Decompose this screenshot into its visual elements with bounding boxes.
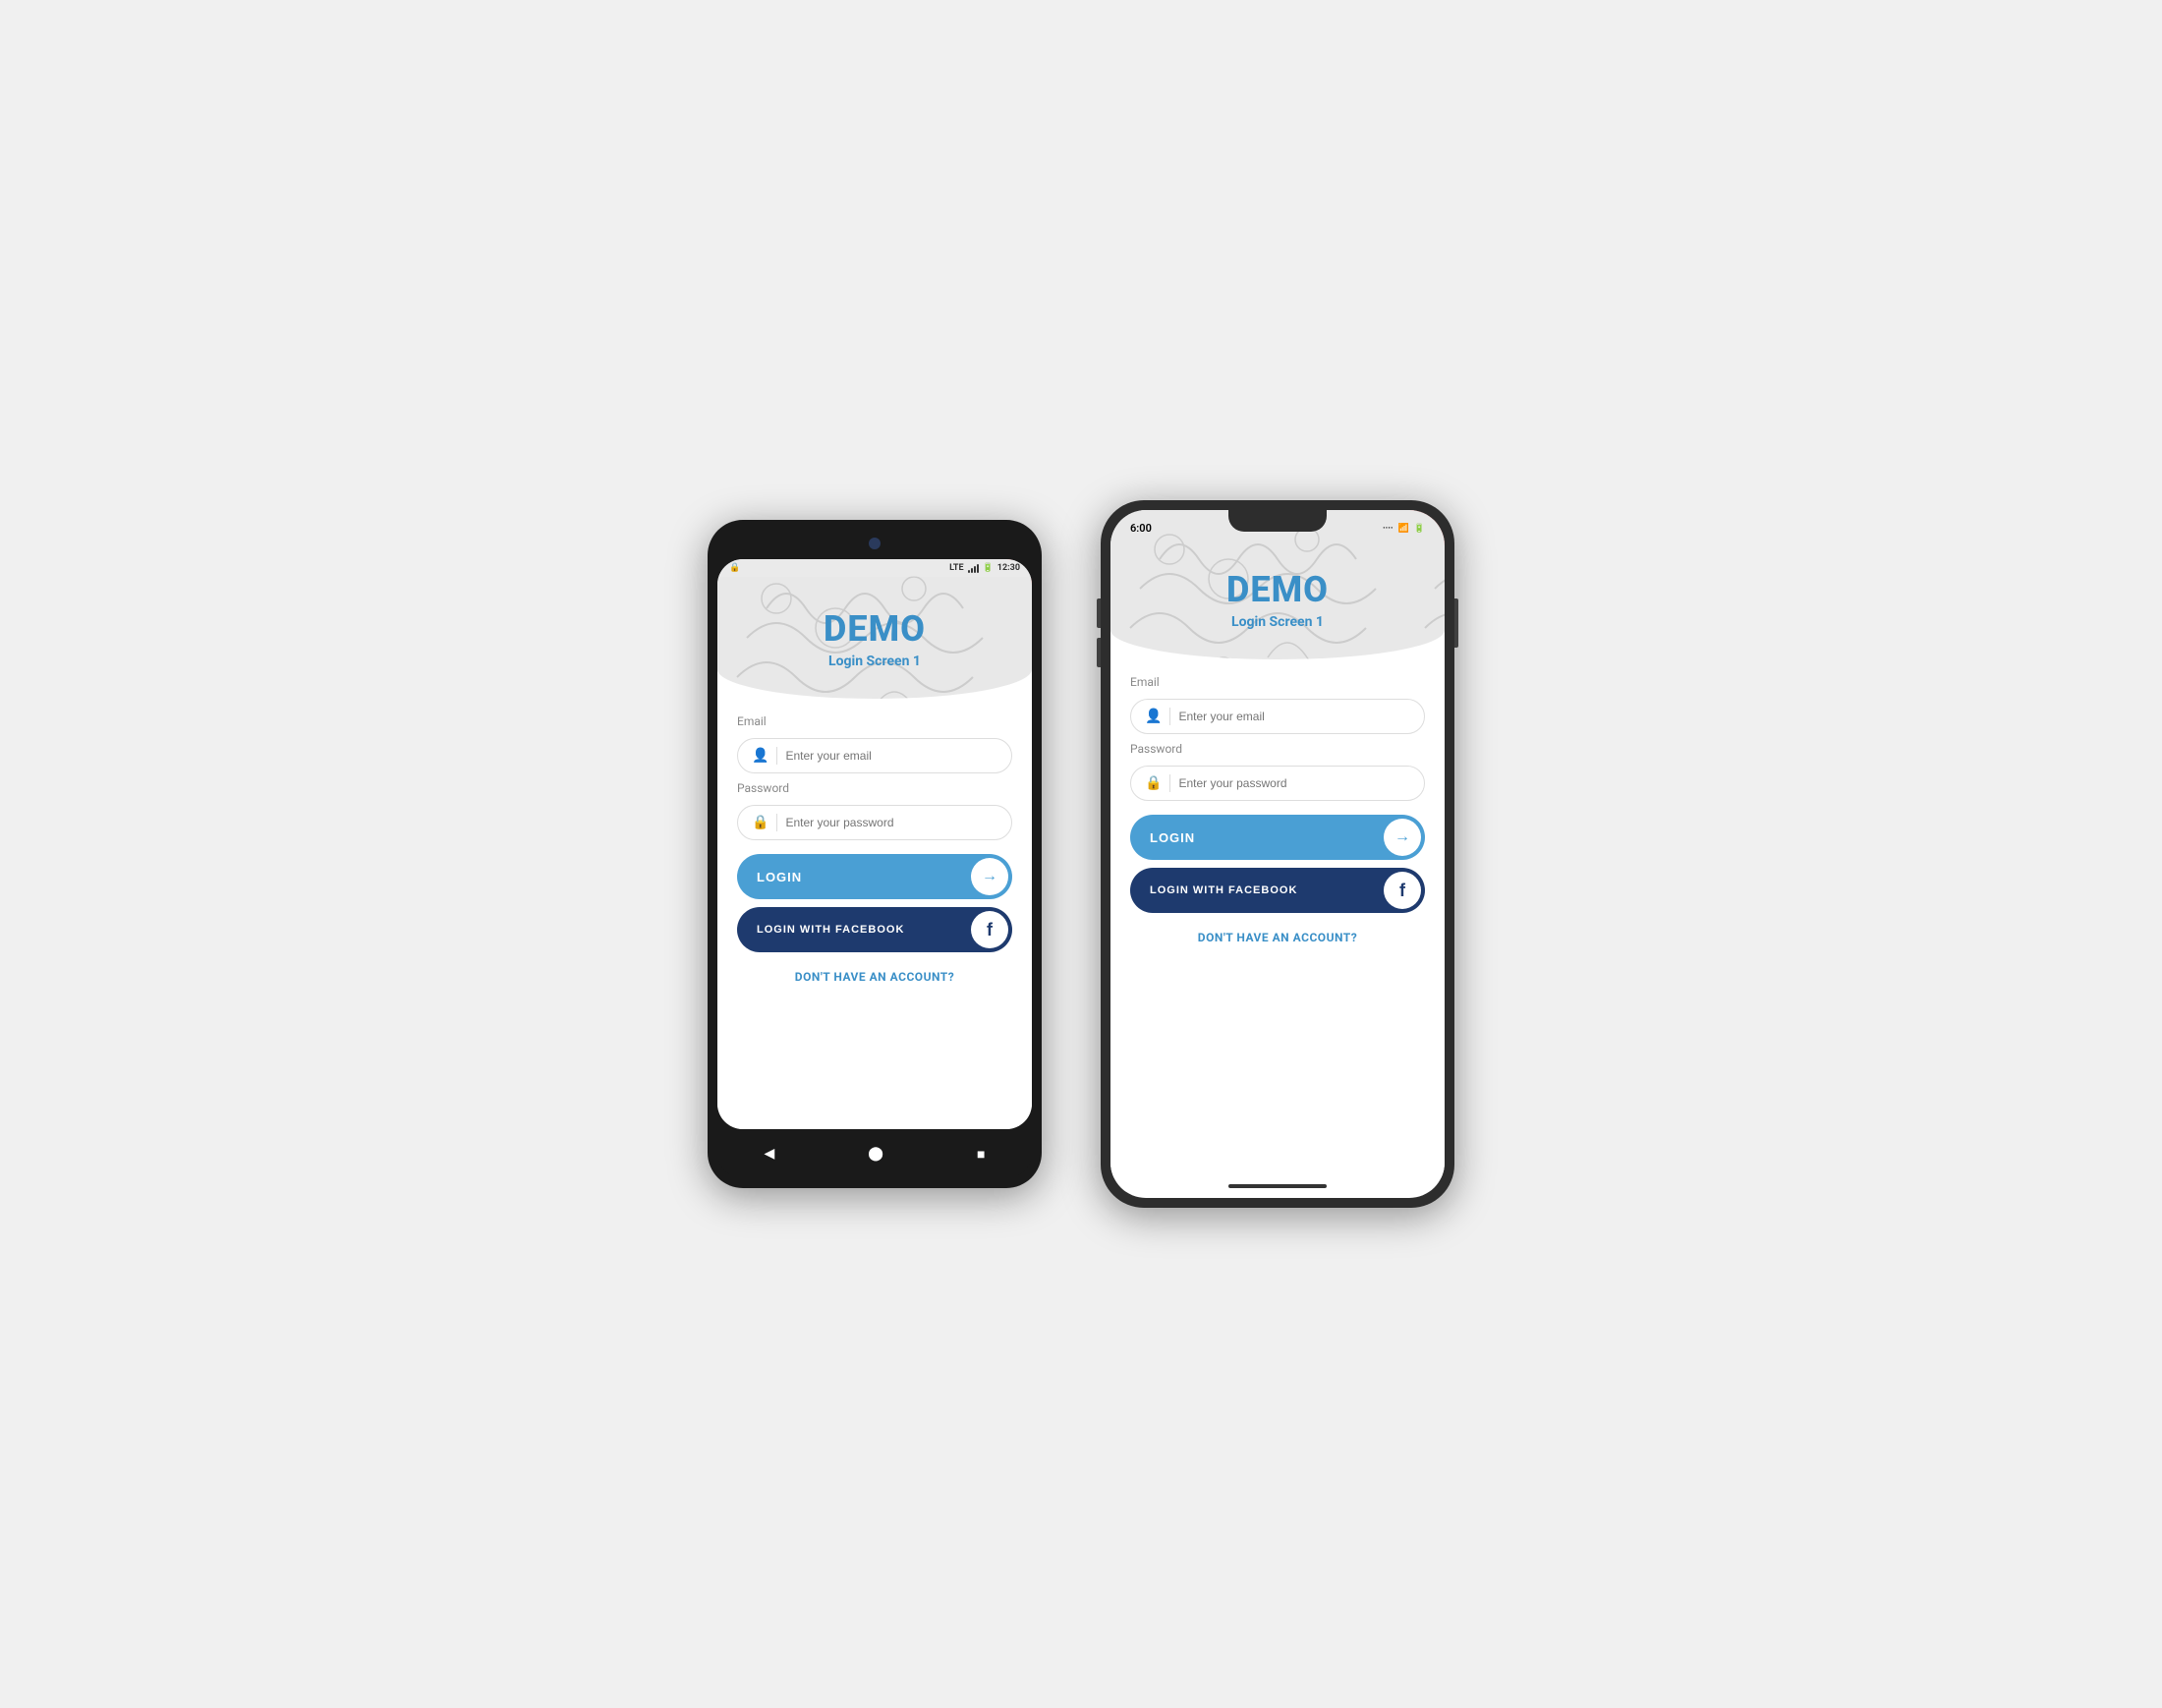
ios-email-input[interactable] (1178, 710, 1410, 723)
ios-user-icon: 👤 (1145, 709, 1162, 724)
android-password-label: Password (737, 781, 1012, 795)
android-app-subtitle: Login Screen 1 (737, 654, 1012, 669)
android-login-arrow-icon: → (971, 858, 1008, 895)
ios-wifi-icon: 📶 (1398, 524, 1409, 534)
android-facebook-button[interactable]: LOGIN WITH FACEBOOK f (737, 907, 1012, 952)
android-password-divider (776, 814, 777, 831)
ios-battery-icon: 🔋 (1414, 524, 1425, 534)
ios-login-text: LOGIN (1150, 830, 1195, 845)
android-back-button[interactable]: ◀ (765, 1146, 775, 1162)
ios-password-input-wrapper[interactable]: 🔒 (1130, 766, 1425, 801)
ios-notch (1228, 510, 1327, 532)
ios-screen: 6:00 ···· 📶 🔋 DEBUG DEMO Login Screen 1 … (1110, 510, 1445, 1198)
android-hero-section: DEMO Login Screen 1 (717, 559, 1032, 699)
ios-side-button (1454, 598, 1458, 648)
android-app-title: DEMO (737, 608, 1012, 650)
android-status-bar: 🔒 LTE 🔋 12:30 (717, 559, 1032, 577)
ios-password-divider (1169, 774, 1170, 792)
android-user-icon: 👤 (752, 748, 768, 764)
ios-signup-link[interactable]: DON'T HAVE AN ACCOUNT? (1130, 921, 1425, 954)
android-login-button[interactable]: LOGIN → (737, 854, 1012, 899)
ios-password-input[interactable] (1178, 776, 1410, 790)
ios-dots: ···· (1383, 524, 1394, 534)
android-recents-button[interactable]: ■ (977, 1146, 985, 1163)
android-facebook-icon: f (971, 911, 1008, 948)
ios-vol-down-button (1097, 638, 1101, 667)
ios-time: 6:00 (1130, 522, 1152, 535)
ios-password-label: Password (1130, 742, 1425, 756)
ios-app-subtitle: Login Screen 1 (1130, 614, 1425, 630)
android-email-input[interactable] (785, 749, 997, 763)
ios-email-input-wrapper[interactable]: 👤 (1130, 699, 1425, 734)
android-signup-link[interactable]: DON'T HAVE AN ACCOUNT? (737, 960, 1012, 994)
ios-lock-field-icon: 🔒 (1145, 775, 1162, 791)
android-email-divider (776, 747, 777, 765)
android-lock-field-icon: 🔒 (752, 815, 768, 830)
ios-email-label: Email (1130, 675, 1425, 689)
android-home-button[interactable]: ⬤ (868, 1146, 883, 1162)
android-status-right: LTE 🔋 12:30 (949, 563, 1020, 573)
android-camera (869, 538, 881, 549)
ios-facebook-icon: f (1384, 872, 1421, 909)
ios-facebook-text: LOGIN WITH FACEBOOK (1150, 884, 1297, 896)
android-nav-bar: ◀ ⬤ ■ (717, 1129, 1032, 1178)
android-form-section: Email 👤 Password 🔒 LOGIN → LOG (717, 699, 1032, 1129)
android-signal: LTE (949, 563, 964, 573)
ios-app-content: DEMO Login Screen 1 Email 👤 Password 🔒 (1110, 510, 1445, 1178)
android-email-input-wrapper[interactable]: 👤 (737, 738, 1012, 773)
ios-app-title: DEMO (1130, 569, 1425, 610)
ios-email-divider (1169, 708, 1170, 725)
ios-status-right: ···· 📶 🔋 (1383, 524, 1425, 534)
android-login-text: LOGIN (757, 870, 802, 884)
ios-login-arrow-icon: → (1384, 819, 1421, 856)
android-battery-icon: 🔋 (983, 563, 994, 573)
android-time: 12:30 (997, 563, 1020, 573)
android-facebook-text: LOGIN WITH FACEBOOK (757, 924, 904, 936)
android-screen: 🔒 LTE 🔋 12:30 DEBUG DEMO Login Screen (717, 559, 1032, 1129)
android-lock-icon: 🔒 (729, 563, 740, 573)
android-phone: 🔒 LTE 🔋 12:30 DEBUG DEMO Login Screen (708, 520, 1042, 1188)
ios-login-button[interactable]: LOGIN → (1130, 815, 1425, 860)
android-password-input[interactable] (785, 816, 997, 829)
android-app-content: DEMO Login Screen 1 Email 👤 Password 🔒 (717, 559, 1032, 1129)
signal-bars-icon (968, 563, 979, 573)
ios-phone: 6:00 ···· 📶 🔋 DEBUG DEMO Login Screen 1 … (1101, 500, 1454, 1208)
ios-home-indicator (1228, 1184, 1327, 1188)
ios-vol-up-button (1097, 598, 1101, 628)
ios-form-section: Email 👤 Password 🔒 LOGIN → LOG (1110, 659, 1445, 1178)
ios-facebook-button[interactable]: LOGIN WITH FACEBOOK f (1130, 868, 1425, 913)
android-password-input-wrapper[interactable]: 🔒 (737, 805, 1012, 840)
android-email-label: Email (737, 714, 1012, 728)
